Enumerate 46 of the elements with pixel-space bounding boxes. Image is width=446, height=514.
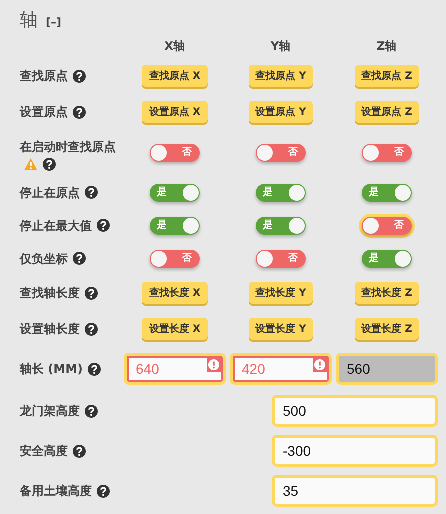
help-icon[interactable] (97, 219, 110, 232)
input-field[interactable]: -300 (272, 435, 438, 467)
setting-label: 停止在最大值 (20, 214, 120, 236)
setting-label: 查找轴长度 (20, 282, 120, 304)
action-button[interactable]: 设置长度 X (142, 318, 208, 340)
setting-label: 设置轴长度 (20, 318, 120, 340)
help-icon[interactable] (73, 444, 86, 458)
action-button[interactable]: 设置长度 Z (354, 318, 420, 340)
setting-label: 设置原点 (20, 101, 120, 123)
action-button[interactable]: 查找原点 Z (354, 65, 420, 87)
setting-label: 备用土壤高度 (20, 480, 120, 502)
error-icon (207, 358, 221, 372)
action-button[interactable]: 设置原点 Y (248, 101, 314, 123)
help-icon[interactable] (85, 322, 98, 336)
help-icon[interactable] (88, 362, 102, 376)
collapse-toggle[interactable]: [–] (46, 16, 62, 29)
setting-label: 龙门架高度 (20, 400, 120, 422)
setting-label: 停止在原点 (20, 182, 120, 204)
help-icon[interactable] (73, 252, 86, 265)
section-title: 轴 (20, 9, 38, 32)
setting-label: 在启动时查找原点 (20, 136, 120, 170)
help-icon[interactable] (43, 158, 56, 170)
help-icon[interactable] (85, 404, 98, 418)
action-button[interactable]: 查找长度 Y (248, 282, 314, 304)
setting-label: 查找原点 (20, 65, 120, 87)
error-icon (313, 358, 327, 372)
input-field[interactable]: 35 (272, 475, 438, 507)
action-button[interactable]: 查找原点 X (142, 65, 208, 87)
help-icon[interactable] (73, 70, 86, 82)
action-button[interactable]: 查找长度 Z (354, 282, 420, 304)
input-field[interactable]: 500 (272, 395, 438, 427)
setting-label: 轴长 (MM) (20, 358, 120, 380)
action-button[interactable]: 查找长度 X (142, 282, 208, 304)
column-header: Y轴 (270, 38, 292, 54)
setting-label: 安全高度 (20, 440, 120, 462)
help-icon[interactable] (85, 286, 98, 300)
column-header: Z轴 (376, 38, 398, 54)
action-button[interactable]: 查找原点 Y (248, 65, 314, 87)
help-icon[interactable] (73, 106, 86, 118)
action-button[interactable]: 设置原点 X (142, 101, 208, 123)
column-header: X轴 (164, 38, 186, 54)
help-icon[interactable] (85, 186, 98, 199)
setting-label: 仅负坐标 (20, 248, 120, 270)
action-button[interactable]: 设置长度 Y (248, 318, 314, 340)
action-button[interactable]: 设置原点 Z (354, 101, 420, 123)
help-icon[interactable] (97, 484, 110, 498)
